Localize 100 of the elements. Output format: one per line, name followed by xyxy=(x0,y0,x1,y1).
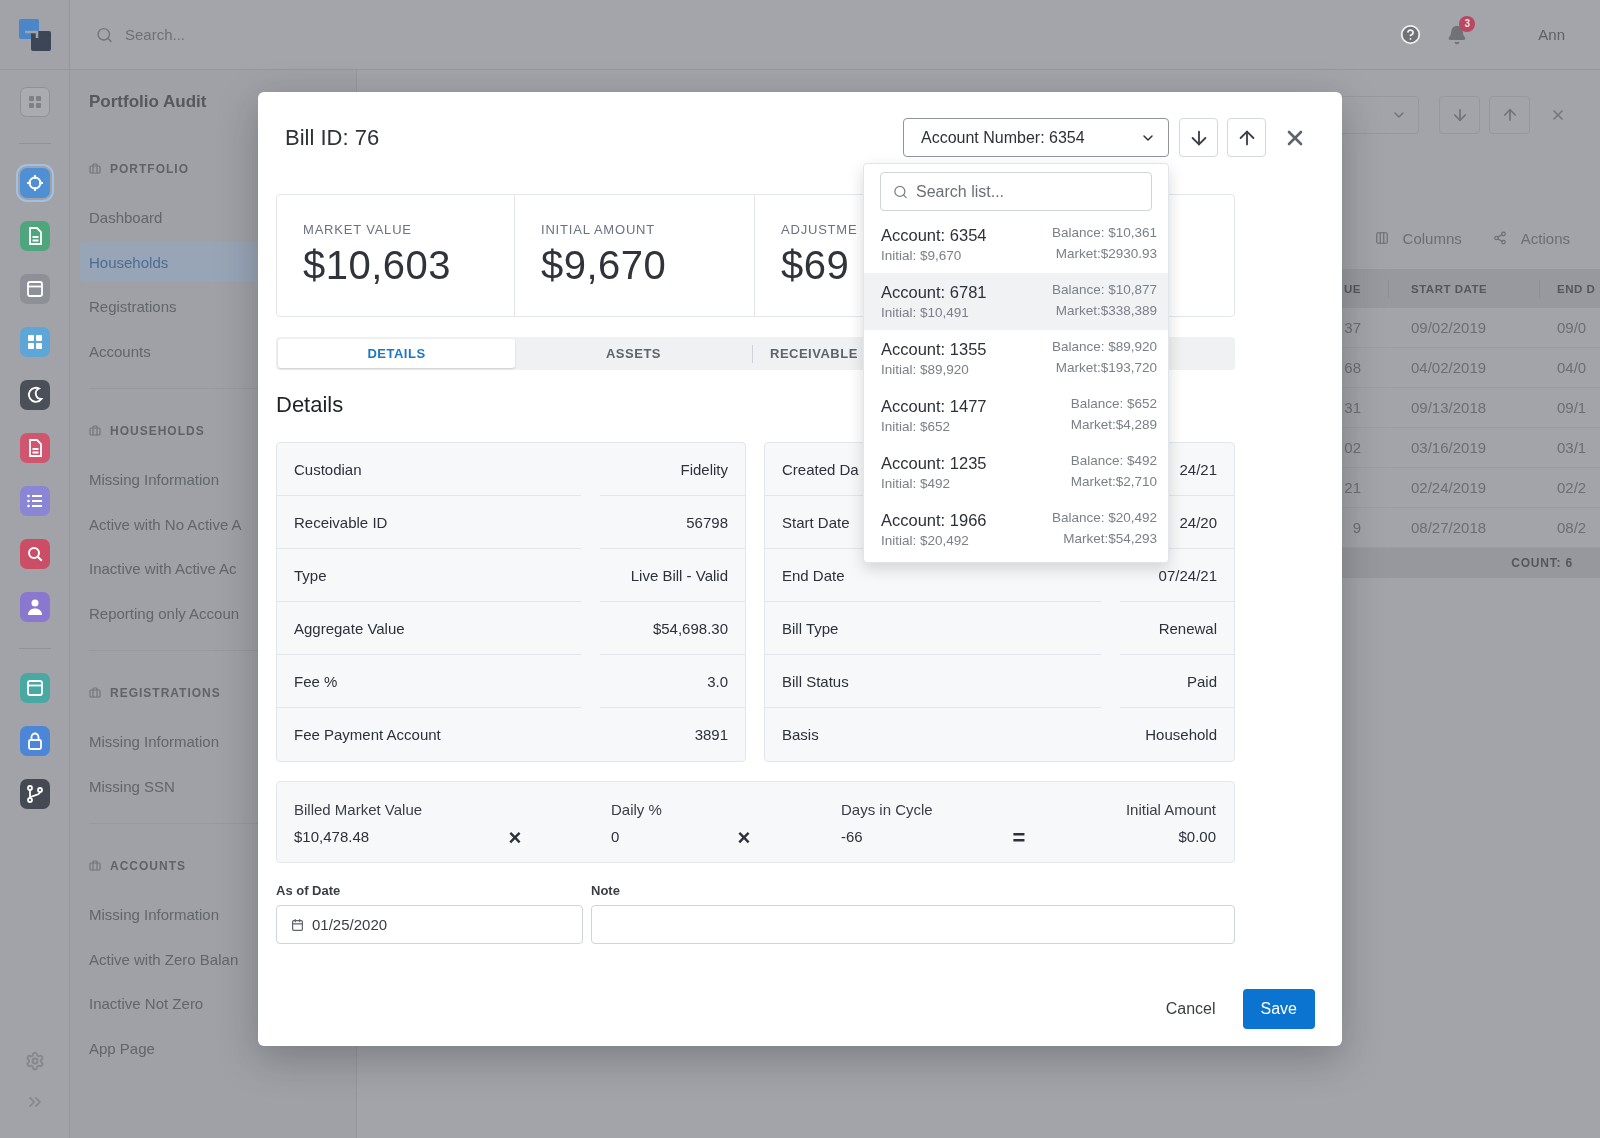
account-number: Account: 6781 xyxy=(881,282,987,302)
document-icon[interactable] xyxy=(19,432,50,463)
calendar-icon xyxy=(291,918,304,931)
search-icon[interactable] xyxy=(19,538,50,569)
market-amount: Market:$338,389 xyxy=(1055,302,1157,320)
term-value: $10,478.48 xyxy=(294,827,370,847)
briefcase-icon xyxy=(89,859,101,872)
balance-amount: Balance: $89,920 xyxy=(1051,338,1157,356)
tab[interactable]: ASSETS xyxy=(515,339,752,368)
field-label: Created Da xyxy=(782,460,859,478)
stat-label: INITIAL AMOUNT xyxy=(541,222,655,238)
field-value: Paid xyxy=(1186,672,1217,690)
close-icon[interactable] xyxy=(1550,107,1566,123)
initial-amount: Initial: $20,492 xyxy=(881,532,969,550)
save-button[interactable]: Save xyxy=(1242,989,1315,1029)
field-value: 3891 xyxy=(694,726,728,743)
window-icon[interactable] xyxy=(19,672,50,703)
field-label: Start Date xyxy=(782,513,850,531)
moon-icon[interactable] xyxy=(19,379,50,410)
account-option[interactable]: Account: 6781 Initial: $10,491 Balance: $10,877 Market:$338,389 xyxy=(864,273,1168,330)
account-number: Account: 1235 xyxy=(881,453,987,473)
field-label: Basis xyxy=(782,726,819,743)
field-label: Custodian xyxy=(294,460,362,478)
field-value: Household xyxy=(1145,726,1217,743)
help-icon[interactable] xyxy=(1400,24,1422,45)
field-label: Fee Payment Account xyxy=(294,726,441,743)
field-label: Bill Status xyxy=(782,672,849,690)
operator-symbol: = xyxy=(1012,828,1026,848)
market-amount: Market:$54,293 xyxy=(1063,530,1157,548)
nav-item[interactable]: App Page xyxy=(80,1028,346,1068)
section-title: Details xyxy=(276,392,344,418)
initial-amount: Initial: $9,670 xyxy=(881,247,962,265)
term-value: -66 xyxy=(841,827,863,847)
search-field[interactable]: Search list... xyxy=(880,172,1152,211)
user-name[interactable]: Ann xyxy=(1538,26,1565,43)
date-field[interactable]: 01/25/2020 xyxy=(276,905,583,944)
account-option[interactable]: Account: 1966 Initial: $20,492 Balance: $20,492 Market:$54,293 xyxy=(864,501,1168,558)
account-option[interactable]: Account: 1355 Initial: $89,920 Balance: $89,920 Market:$193,720 xyxy=(864,330,1168,387)
account-number: Account: 1966 xyxy=(881,510,987,530)
term-value: $0.00 xyxy=(1178,827,1216,847)
field-label: End Date xyxy=(782,566,845,584)
market-amount: Market:$2,710 xyxy=(1070,473,1157,491)
cancel-button[interactable]: Cancel xyxy=(1165,989,1216,1029)
balance-amount: Balance: $10,877 xyxy=(1051,281,1157,299)
account-select[interactable]: Account Number: 6354 xyxy=(903,118,1169,157)
search-icon xyxy=(96,26,113,43)
user-icon[interactable] xyxy=(19,591,50,622)
section-heading: HOUSEHOLDS xyxy=(110,423,205,438)
balance-amount: Balance: $652 xyxy=(1070,395,1157,413)
tab[interactable]: DETAILS xyxy=(278,339,515,368)
account-option[interactable]: Account: 6354 Initial: $9,670 Balance: $10,361 Market:$2930.93 xyxy=(864,216,1168,273)
dialog-title: Bill ID: 76 xyxy=(285,124,380,151)
grid-icon[interactable] xyxy=(19,86,50,117)
balance-amount: Balance: $10,361 xyxy=(1051,224,1157,242)
note-field[interactable] xyxy=(591,905,1235,944)
operator-symbol: × xyxy=(508,828,522,848)
field-value: Live Bill - Valid xyxy=(630,566,728,584)
initial-amount: Initial: $652 xyxy=(881,418,951,436)
sidebar-title: Portfolio Audit xyxy=(89,91,207,113)
initial-amount: Initial: $492 xyxy=(881,475,951,493)
account-option[interactable]: Account: 1477 Initial: $652 Balance: $652 Market:$4,289 xyxy=(864,387,1168,444)
briefcase-icon xyxy=(89,424,101,437)
term-label: Initial Amount xyxy=(1125,800,1216,820)
briefcase-icon xyxy=(89,162,101,175)
field-value: Renewal xyxy=(1158,619,1217,637)
branch-icon[interactable] xyxy=(19,778,50,809)
field-value: 24/20 xyxy=(1179,513,1217,531)
balance-amount: Balance: $20,492 xyxy=(1051,509,1157,527)
field-value: 07/24/21 xyxy=(1158,566,1217,584)
window-icon[interactable] xyxy=(19,273,50,304)
document-icon[interactable] xyxy=(19,220,50,251)
stat-value: $69 xyxy=(781,243,850,287)
section-heading: PORTFOLIO xyxy=(110,161,189,176)
field-value: 24/21 xyxy=(1179,460,1217,478)
field-label: Fee % xyxy=(294,672,338,690)
lock-icon[interactable] xyxy=(19,725,50,756)
list-icon[interactable] xyxy=(19,485,50,516)
initial-amount: Initial: $89,920 xyxy=(881,361,969,379)
input-label: Note xyxy=(591,883,620,899)
logo-icon xyxy=(18,18,51,51)
operator-symbol: × xyxy=(737,828,751,848)
initial-amount: Initial: $10,491 xyxy=(881,304,969,322)
target-icon[interactable] xyxy=(15,163,54,202)
field-label: Aggregate Value xyxy=(294,619,405,637)
market-amount: Market:$2930.93 xyxy=(1055,245,1157,263)
input-label: As of Date xyxy=(276,883,341,899)
grid-icon[interactable] xyxy=(19,326,50,357)
field-label: Bill Type xyxy=(782,619,839,637)
term-value: 0 xyxy=(611,827,620,847)
account-option[interactable]: Account: 1235 Initial: $492 Balance: $492 Market:$2,710 xyxy=(864,444,1168,501)
row-count: COUNT: 6 xyxy=(1511,556,1573,570)
field-value: Fidelity xyxy=(680,460,728,478)
stat-value: $9,670 xyxy=(541,243,667,287)
field-label: Type xyxy=(294,566,327,584)
field-value: $54,698.30 xyxy=(652,619,728,637)
balance-amount: Balance: $492 xyxy=(1070,452,1157,470)
column-header: START DATE xyxy=(1388,269,1539,308)
columns-icon xyxy=(1374,231,1389,245)
stat-label: MARKET VALUE xyxy=(303,222,412,238)
term-label: Billed Market Value xyxy=(294,800,423,820)
